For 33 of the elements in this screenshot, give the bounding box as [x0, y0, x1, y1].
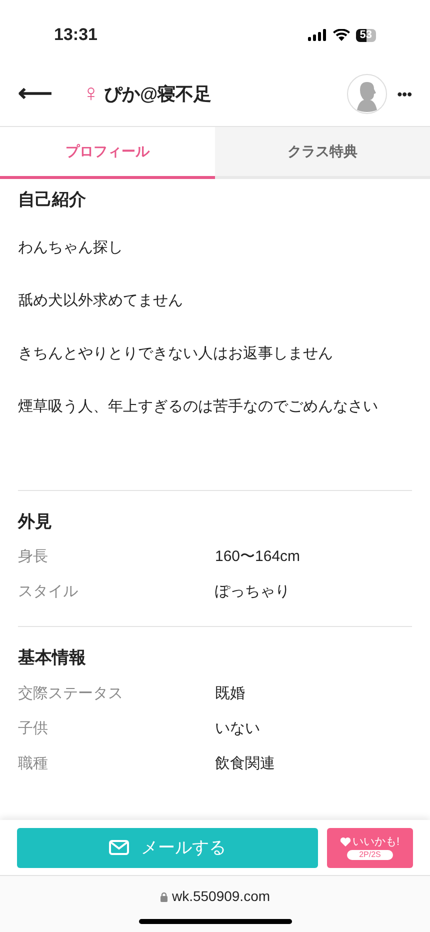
intro-text: 煙草吸う人、年上すぎるのは苦手なのでごめんなさい	[18, 396, 379, 416]
more-button[interactable]: •••	[397, 84, 412, 104]
intro-text: わんちゃん探し	[18, 238, 124, 258]
like-button[interactable]: いいかも! 2P/2S	[327, 828, 413, 868]
intro-text: きちんとやりとりできない人はお返事しません	[18, 344, 334, 364]
like-label: いいかも!	[352, 835, 400, 849]
field-label: 子供	[18, 718, 49, 739]
url-text[interactable]: wk.550909.com	[172, 886, 270, 907]
profile-name: ぴか@寝不足	[104, 82, 212, 106]
field-label: 職種	[18, 754, 49, 774]
section-title: 基本情報	[18, 647, 87, 669]
lock-icon	[160, 892, 168, 902]
section-title: 外見	[18, 510, 53, 532]
field-value: 160〜164cm	[215, 547, 300, 568]
tab[interactable]: クラス特典	[215, 127, 430, 179]
field-label: スタイル	[18, 582, 79, 602]
intro-text: 舐め犬以外求めてません	[18, 290, 184, 310]
field-value: 飲食関連	[215, 754, 275, 774]
field-label: 身長	[18, 547, 49, 568]
heart-icon	[340, 837, 352, 847]
female-icon: ♀	[82, 76, 100, 112]
section-title: 自己紹介	[18, 189, 87, 211]
signal-icon	[308, 29, 327, 41]
field-label: 交際ステータス	[18, 684, 124, 704]
field-value: いない	[215, 718, 260, 739]
mail-icon	[109, 840, 129, 855]
status-time: 13:31	[54, 24, 98, 46]
back-button[interactable]: ⟵	[18, 76, 58, 112]
like-cost: 2P/2S	[347, 850, 393, 860]
avatar[interactable]	[347, 74, 388, 114]
field-value: ぽっちゃり	[215, 582, 290, 602]
field-value: 既婚	[215, 684, 245, 704]
wifi-icon	[332, 29, 350, 41]
